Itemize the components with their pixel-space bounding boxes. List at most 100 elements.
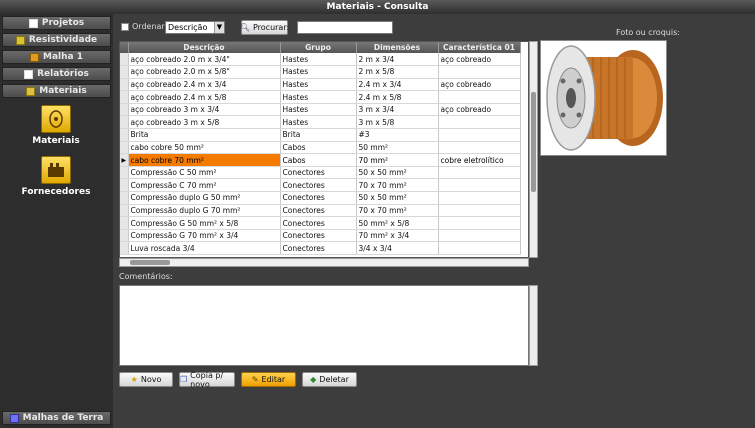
order-select[interactable]: Descrição ▼ — [165, 21, 225, 34]
materiais-shortcut[interactable]: Materiais — [28, 105, 84, 146]
table-cell[interactable] — [438, 115, 521, 130]
table-cell[interactable]: 2.4 m x 3/4 — [356, 78, 439, 92]
table-cell[interactable]: 50 mm² — [356, 141, 439, 155]
copy-new-button[interactable]: ❐ Copia p/ novo — [179, 371, 235, 389]
table-cell[interactable]: Conectores — [280, 216, 357, 230]
table-cell[interactable]: aço cobreado 3 m x 3/4 — [128, 103, 281, 117]
table-cell[interactable]: Luva roscada 3/4 — [128, 241, 281, 255]
sidebar-item-malha-1[interactable]: Malha 1 — [2, 50, 111, 64]
table-cell[interactable]: 3 m x 3/4 — [356, 103, 439, 117]
table-cell[interactable]: Conectores — [280, 191, 357, 205]
table-row[interactable]: Compressão G 70 mm² x 3/4 Conectores 70 mm… — [120, 229, 521, 243]
table-cell[interactable]: Compressão C 70 mm² — [128, 178, 281, 193]
table-row[interactable]: Compressão C 70 mm² Conectores 70 x 70 mm² — [120, 178, 521, 193]
delete-button[interactable]: ◆ Deletar — [302, 372, 357, 387]
table-cell[interactable]: Hastes — [280, 53, 357, 67]
table-cell[interactable]: Compressão G 50 mm² x 5/8 — [128, 216, 281, 230]
table-row[interactable]: aço cobreado 2.0 m x 3/4" Hastes 2 m x 3/4… — [120, 53, 521, 67]
table-cell[interactable] — [438, 141, 521, 155]
table-cell[interactable] — [438, 229, 521, 243]
table-cell[interactable]: aço cobreado 3 m x 5/8 — [128, 115, 281, 130]
table-cell[interactable] — [438, 241, 521, 255]
scroll-thumb[interactable] — [130, 260, 170, 265]
table-cell[interactable]: Compressão duplo G 70 mm² — [128, 204, 281, 218]
novo-button[interactable]: ★ Novo — [119, 372, 173, 387]
fornecedores-shortcut[interactable]: Fornecedores — [20, 156, 92, 197]
table-vertical-scrollbar[interactable] — [529, 41, 538, 258]
table-cell[interactable]: 50 x 50 mm² — [356, 166, 439, 180]
table-cell[interactable]: aço cobreado 2.4 m x 5/8 — [128, 90, 281, 104]
table-cell[interactable]: 70 mm² — [356, 153, 439, 167]
table-row[interactable]: Luva roscada 3/4 Conectores 3/4 x 3/4 — [120, 241, 521, 255]
table-cell[interactable]: Compressão C 50 mm² — [128, 166, 281, 180]
table-row[interactable]: Compressão G 50 mm² x 5/8 Conectores 50 mm… — [120, 216, 521, 230]
order-checkbox[interactable] — [121, 23, 129, 31]
table-cell[interactable] — [438, 128, 521, 142]
table-cell[interactable]: Cabos — [280, 153, 357, 167]
table-cell[interactable]: Compressão G 70 mm² x 3/4 — [128, 229, 281, 243]
table-row[interactable]: Compressão duplo G 50 mm² Conectores 50 x … — [120, 191, 521, 205]
table-cell[interactable] — [438, 90, 521, 104]
table-cell[interactable] — [438, 191, 521, 205]
sidebar-item-malhas-de-terra[interactable]: Malhas de Terra — [2, 411, 111, 425]
table-cell[interactable]: aço cobreado — [438, 78, 521, 92]
table-cell[interactable]: Compressão duplo G 50 mm² — [128, 191, 281, 205]
table-cell[interactable] — [438, 216, 521, 230]
table-row[interactable]: Brita Brita #3 — [120, 128, 521, 142]
sidebar-item-resistividade[interactable]: Resistividade — [2, 33, 111, 47]
table-row[interactable]: Compressão duplo G 70 mm² Conectores 70 x … — [120, 204, 521, 218]
table-cell[interactable]: 3/4 x 3/4 — [356, 241, 439, 255]
column-header-caracteristica[interactable]: Característica 01 — [438, 42, 521, 53]
table-cell[interactable]: cabo cobre 50 mm² — [128, 141, 281, 155]
column-header-grupo[interactable]: Grupo — [280, 42, 357, 53]
sidebar-item-materiais[interactable]: Materiais — [2, 84, 111, 98]
table-cell[interactable]: 3 m x 5/8 — [356, 115, 439, 130]
search-button[interactable]: 🔍︎ Procurar: — [240, 20, 289, 35]
table-row[interactable]: cabo cobre 50 mm² Cabos 50 mm² — [120, 141, 521, 155]
table-cell[interactable]: 70 x 70 mm² — [356, 178, 439, 193]
table-cell[interactable]: 2.4 m x 5/8 — [356, 90, 439, 104]
column-header-descricao[interactable]: Descrição — [128, 42, 281, 53]
table-cell[interactable]: Brita — [280, 128, 357, 142]
table-cell[interactable]: 70 mm² x 3/4 — [356, 229, 439, 243]
edit-button[interactable]: ✎ Editar — [241, 372, 296, 387]
table-row[interactable]: aço cobreado 2.4 m x 3/4 Hastes 2.4 m x 3/… — [120, 78, 521, 92]
sidebar-item-projetos[interactable]: Projetos — [2, 16, 111, 30]
table-row[interactable]: aço cobreado 2.0 m x 5/8" Hastes 2 m x 5/8 — [120, 65, 521, 79]
table-cell[interactable]: Conectores — [280, 229, 357, 243]
table-cell[interactable]: Brita — [128, 128, 281, 142]
table-row[interactable]: Compressão C 50 mm² Conectores 50 x 50 mm² — [120, 166, 521, 180]
table-row[interactable]: ▶ cabo cobre 70 mm² Cabos 70 mm² cobre eletr… — [120, 153, 521, 167]
table-cell[interactable]: Conectores — [280, 178, 357, 193]
sidebar-item-relatorios[interactable]: Relatórios — [2, 67, 111, 81]
table-cell[interactable] — [438, 204, 521, 218]
table-horizontal-scrollbar[interactable] — [119, 258, 529, 267]
table-cell[interactable]: Hastes — [280, 90, 357, 104]
table-cell[interactable]: #3 — [356, 128, 439, 142]
table-cell[interactable]: aço cobreado — [438, 103, 521, 117]
table-cell[interactable]: 2 m x 5/8 — [356, 65, 439, 79]
comments-textarea[interactable] — [119, 285, 529, 366]
table-cell[interactable]: aço cobreado — [438, 53, 521, 67]
table-cell[interactable]: 70 x 70 mm² — [356, 204, 439, 218]
table-cell[interactable]: aço cobreado 2.0 m x 3/4" — [128, 53, 281, 67]
scroll-thumb[interactable] — [531, 92, 536, 192]
table-row[interactable]: aço cobreado 3 m x 3/4 Hastes 3 m x 3/4 aço… — [120, 103, 521, 117]
table-cell[interactable]: Hastes — [280, 65, 357, 79]
table-cell[interactable]: Conectores — [280, 204, 357, 218]
table-cell[interactable]: cabo cobre 70 mm² — [128, 153, 281, 167]
comments-scrollbar[interactable] — [529, 285, 538, 366]
table-cell[interactable]: Hastes — [280, 103, 357, 117]
table-cell[interactable]: Cabos — [280, 141, 357, 155]
table-cell[interactable]: aço cobreado 2.0 m x 5/8" — [128, 65, 281, 79]
table-cell[interactable]: 50 x 50 mm² — [356, 191, 439, 205]
table-row[interactable]: aço cobreado 3 m x 5/8 Hastes 3 m x 5/8 — [120, 115, 521, 130]
table-cell[interactable] — [438, 166, 521, 180]
table-cell[interactable]: Hastes — [280, 115, 357, 130]
table-cell[interactable]: 50 mm² x 5/8 — [356, 216, 439, 230]
table-cell[interactable] — [438, 65, 521, 79]
table-cell[interactable]: cobre eletrolítico — [438, 153, 521, 167]
table-cell[interactable]: 2 m x 3/4 — [356, 53, 439, 67]
table-row[interactable]: aço cobreado 2.4 m x 5/8 Hastes 2.4 m x 5/… — [120, 90, 521, 104]
table-cell[interactable]: Conectores — [280, 166, 357, 180]
